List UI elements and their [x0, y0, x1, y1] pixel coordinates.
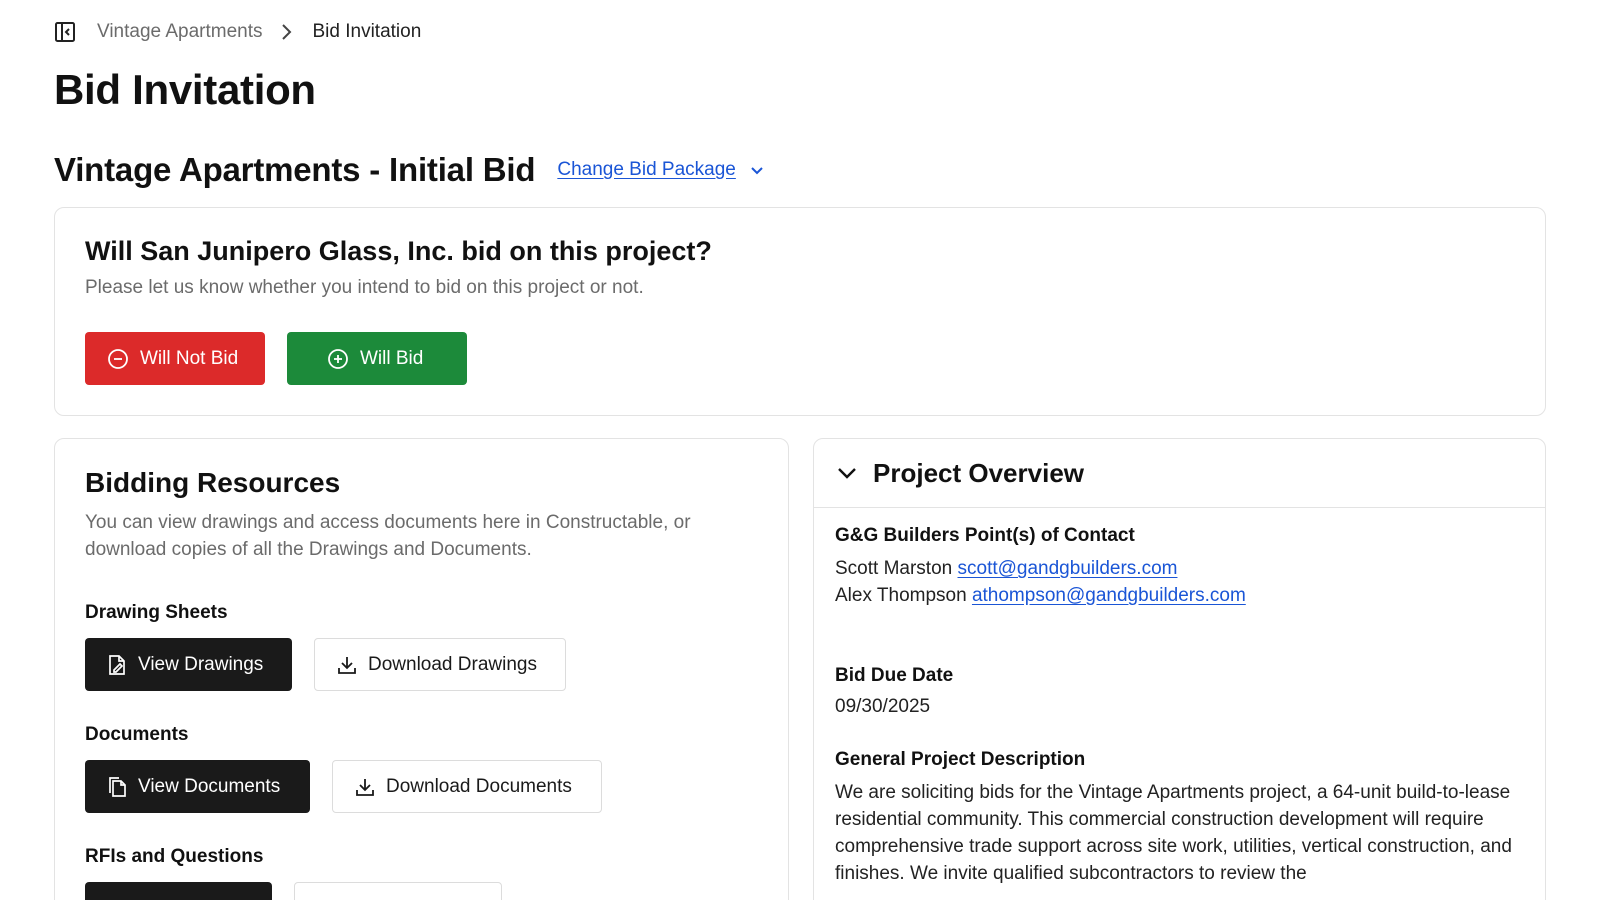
sidebar-toggle-icon[interactable]	[54, 21, 76, 43]
contact-row: Scott Marston scott@gandgbuilders.com	[835, 555, 1524, 582]
download-documents-label: Download Documents	[386, 775, 572, 797]
drawing-sheets-label: Drawing Sheets	[85, 602, 228, 623]
download-drawings-button[interactable]: Download Drawings	[314, 638, 566, 691]
minus-circle-icon	[107, 348, 129, 370]
bid-intent-question: Will San Junipero Glass, Inc. bid on thi…	[85, 236, 712, 266]
will-not-bid-button[interactable]: Will Not Bid	[85, 332, 265, 385]
bid-intent-card: Will San Junipero Glass, Inc. bid on thi…	[54, 207, 1546, 416]
view-documents-button[interactable]: View Documents	[85, 760, 310, 813]
bid-intent-subtitle: Please let us know whether you intend to…	[85, 277, 644, 298]
rfis-label: RFIs and Questions	[85, 846, 264, 867]
documents-label: Documents	[85, 724, 189, 745]
breadcrumb-current: Bid Invitation	[312, 21, 422, 42]
chevron-right-icon	[280, 23, 292, 41]
download-drawings-label: Download Drawings	[368, 653, 537, 675]
will-bid-label: Will Bid	[360, 347, 424, 369]
contact-name: Scott Marston	[835, 558, 953, 579]
contact-row: Alex Thompson athompson@gandgbuilders.co…	[835, 582, 1524, 609]
download-icon	[337, 655, 357, 675]
breadcrumb: Vintage Apartments Bid Invitation	[54, 18, 421, 46]
contact-name: Alex Thompson	[835, 585, 967, 606]
project-overview-card: Project Overview G&G Builders Point(s) o…	[813, 438, 1546, 900]
chevron-down-icon	[750, 166, 764, 175]
bidding-resources-card: Bidding Resources You can view drawings …	[54, 438, 789, 900]
rfi-secondary-button[interactable]	[294, 882, 502, 900]
bidding-resources-subtitle: You can view drawings and access documen…	[85, 512, 691, 560]
view-drawings-label: View Drawings	[138, 653, 264, 675]
change-bid-package-link[interactable]: Change Bid Package	[557, 159, 764, 181]
page-title: Bid Invitation	[54, 66, 316, 113]
will-not-bid-label: Will Not Bid	[140, 347, 239, 369]
bidding-resources-title: Bidding Resources	[85, 467, 341, 498]
bid-package-header: Vintage Apartments - Initial Bid Change …	[54, 150, 764, 190]
contact-email-link[interactable]: athompson@gandgbuilders.com	[972, 585, 1246, 606]
project-description-text: We are soliciting bids for the Vintage A…	[835, 782, 1512, 884]
download-icon	[355, 777, 375, 797]
download-documents-button[interactable]: Download Documents	[332, 760, 602, 813]
view-drawings-button[interactable]: View Drawings	[85, 638, 292, 691]
bid-due-date-value: 09/30/2025	[835, 696, 931, 717]
view-documents-label: View Documents	[138, 775, 281, 797]
rfi-primary-button[interactable]	[85, 882, 272, 900]
project-overview-title: Project Overview	[873, 457, 1084, 488]
project-description-label: General Project Description	[835, 749, 1086, 770]
bid-due-date-label: Bid Due Date	[835, 665, 954, 686]
plus-circle-icon	[327, 348, 349, 370]
documents-icon	[107, 776, 127, 798]
breadcrumb-parent-link[interactable]: Vintage Apartments	[97, 21, 262, 43]
will-bid-button[interactable]: Will Bid	[287, 332, 467, 385]
contact-label: G&G Builders Point(s) of Contact	[835, 525, 1135, 546]
contact-email-link[interactable]: scott@gandgbuilders.com	[958, 558, 1178, 579]
bid-package-title: Vintage Apartments - Initial Bid	[54, 151, 536, 188]
project-overview-header[interactable]: Project Overview	[814, 439, 1545, 508]
chevron-down-icon	[837, 467, 857, 479]
drawing-file-icon	[107, 654, 127, 676]
change-bid-package-label: Change Bid Package	[557, 159, 736, 180]
